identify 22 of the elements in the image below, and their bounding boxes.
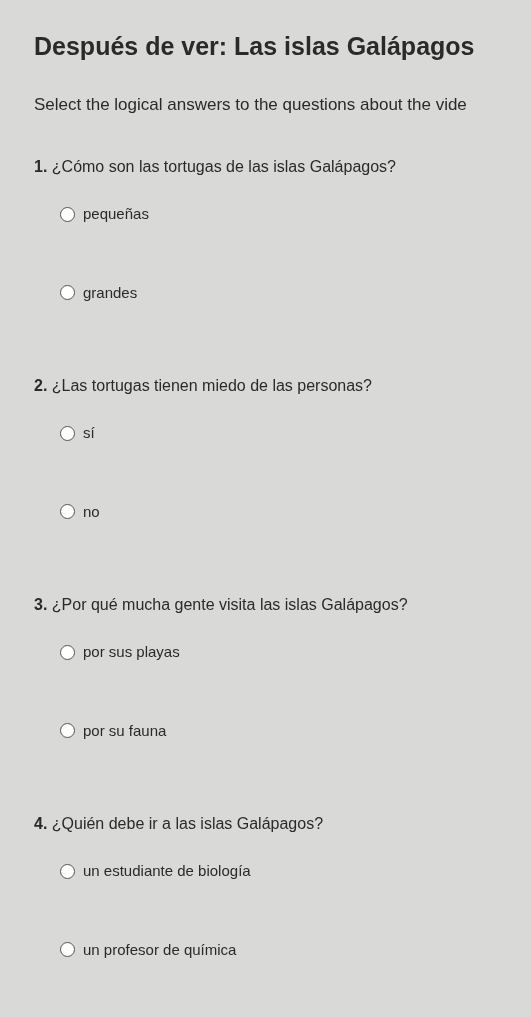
option-label: pequeñas [83,204,149,224]
radio-button[interactable] [60,644,75,660]
option-label: no [83,501,100,522]
radio-button[interactable] [60,206,75,222]
radio-button[interactable] [60,863,75,879]
instructions-text: Select the logical answers to the questions about the vide [34,93,468,116]
option-label: por su fauna [83,720,167,741]
question-text: 4. ¿Quién debe ir a las islas Galápagos? [34,814,325,834]
option-label: un profesor de química [83,939,237,960]
question-text: 1. ¿Cómo son las tortugas de las islas Galápagos? [34,157,397,177]
radio-button[interactable] [60,723,75,739]
radio-button[interactable] [60,285,75,301]
option-label: un estudiante de biología [83,861,251,881]
option-label: sí [83,423,95,443]
question-text: 2. ¿Las tortugas tienen miedo de las personas? [34,376,373,396]
option-label: grandes [83,282,138,303]
question-text: 3. ¿Por qué mucha gente visita las islas Galápagos? [34,595,409,615]
option-label: por sus playas [83,642,180,662]
radio-button[interactable] [60,504,75,520]
radio-button[interactable] [60,942,75,958]
radio-button[interactable] [60,425,75,441]
page-title: Después de ver: Las islas Galápagos [34,31,476,62]
